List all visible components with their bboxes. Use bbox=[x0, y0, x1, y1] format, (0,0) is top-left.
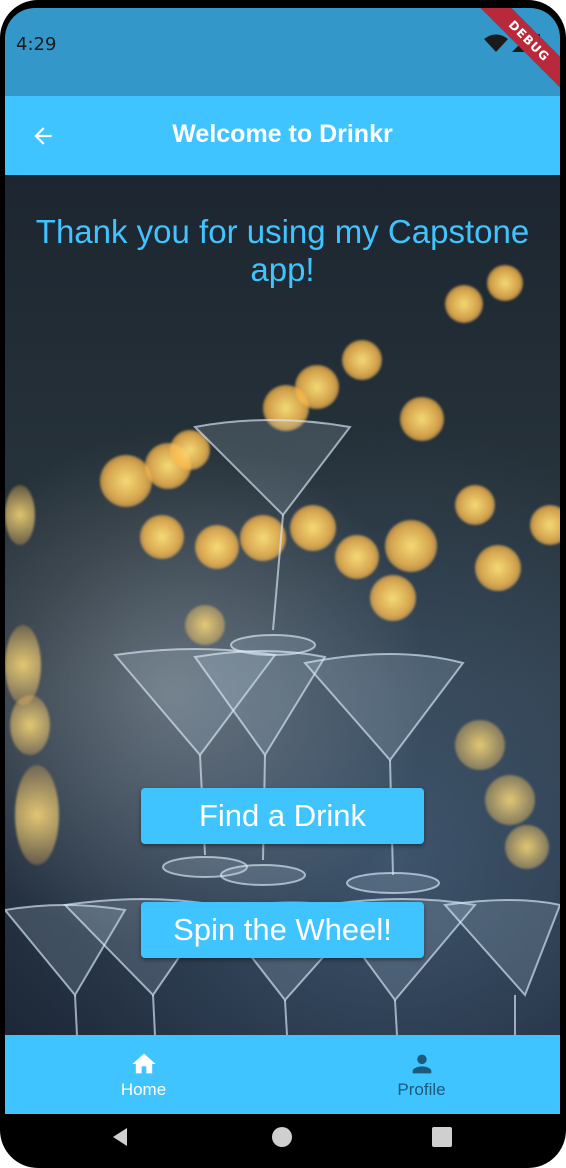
circle-home-icon bbox=[272, 1127, 292, 1147]
bokeh-light bbox=[342, 340, 382, 380]
nav-label-profile: Profile bbox=[397, 1079, 446, 1099]
find-drink-button[interactable]: Find a Drink bbox=[141, 788, 424, 844]
bokeh-light bbox=[445, 285, 483, 323]
system-home-button[interactable] bbox=[267, 1124, 297, 1150]
system-recents-button[interactable] bbox=[427, 1124, 457, 1150]
spin-wheel-button[interactable]: Spin the Wheel! bbox=[141, 902, 424, 958]
device-frame: 4:29 DEBUG Welcome to Drinkr Thank you f… bbox=[0, 0, 566, 1168]
square-recents-icon bbox=[432, 1127, 452, 1147]
nav-item-profile[interactable]: Profile bbox=[283, 1035, 560, 1114]
status-bar: 4:29 DEBUG bbox=[5, 8, 560, 96]
wifi-icon bbox=[484, 34, 508, 52]
person-icon bbox=[412, 1054, 431, 1073]
home-icon bbox=[131, 1053, 156, 1073]
bottom-navigation: Home Profile bbox=[5, 1035, 560, 1114]
nav-item-home[interactable]: Home bbox=[5, 1035, 282, 1114]
main-content: Thank you for using my Capstone app! Fin… bbox=[5, 175, 560, 1035]
screen: 4:29 DEBUG Welcome to Drinkr Thank you f… bbox=[5, 8, 560, 1160]
welcome-message: Thank you for using my Capstone app! bbox=[35, 213, 530, 288]
app-bar: Welcome to Drinkr bbox=[5, 96, 560, 175]
status-time: 4:29 bbox=[16, 34, 57, 55]
nav-label-home: Home bbox=[120, 1079, 167, 1099]
system-navigation-bar bbox=[5, 1114, 560, 1160]
system-back-button[interactable] bbox=[105, 1124, 135, 1150]
page-title: Welcome to Drinkr bbox=[172, 120, 393, 148]
triangle-back-icon bbox=[113, 1128, 127, 1146]
